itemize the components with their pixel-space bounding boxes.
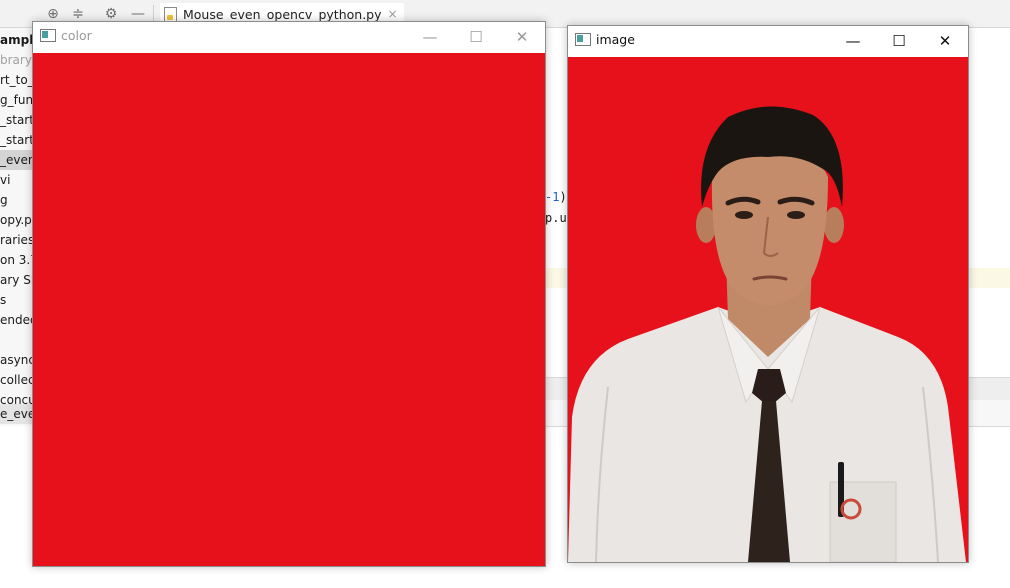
python-file-icon [164,6,177,22]
project-tree-item[interactable]: collec [0,370,35,390]
portrait-photo [568,57,968,562]
window-title: image [596,32,635,47]
minimize-panel-icon[interactable]: — [130,6,146,22]
project-tree-item[interactable]: vi [0,170,10,190]
color-window[interactable]: color — ☐ ✕ [32,21,546,567]
code-number: -1 [545,190,560,204]
close-button[interactable]: ✕ [922,26,968,56]
window-app-icon [575,33,591,46]
color-window-titlebar[interactable]: color — ☐ ✕ [33,22,545,52]
project-tree-item[interactable]: raries [0,230,34,250]
maximize-button[interactable]: ☐ [453,22,499,52]
right-eye [787,211,805,219]
code-line: -1) [545,190,567,204]
editor-tab-label: Mouse_even_opencv_python.py [183,6,382,22]
project-tree-item[interactable]: s [0,290,6,310]
portrait-canvas[interactable] [568,57,968,562]
crosshair-icon[interactable]: ⊕ [45,6,61,22]
project-tree-item[interactable]: g [0,190,8,210]
image-window[interactable]: image — ☐ ✕ [567,25,969,563]
minimize-button[interactable]: — [407,22,453,52]
window-title: color [61,28,92,43]
window-app-icon [40,29,56,42]
close-button[interactable]: ✕ [499,22,545,52]
minimize-button[interactable]: — [830,26,876,56]
code-text: ) [559,190,567,204]
left-eye [735,211,753,219]
close-tab-icon[interactable]: × [388,7,398,21]
image-window-titlebar[interactable]: image — ☐ ✕ [568,26,968,56]
maximize-button[interactable]: ☐ [876,26,922,56]
right-ear [824,207,844,243]
collapse-icon[interactable]: ≑ [70,6,86,22]
code-line: p.u [545,211,567,225]
color-fill-canvas[interactable] [33,53,545,566]
gear-icon[interactable]: ⚙ [103,6,119,22]
